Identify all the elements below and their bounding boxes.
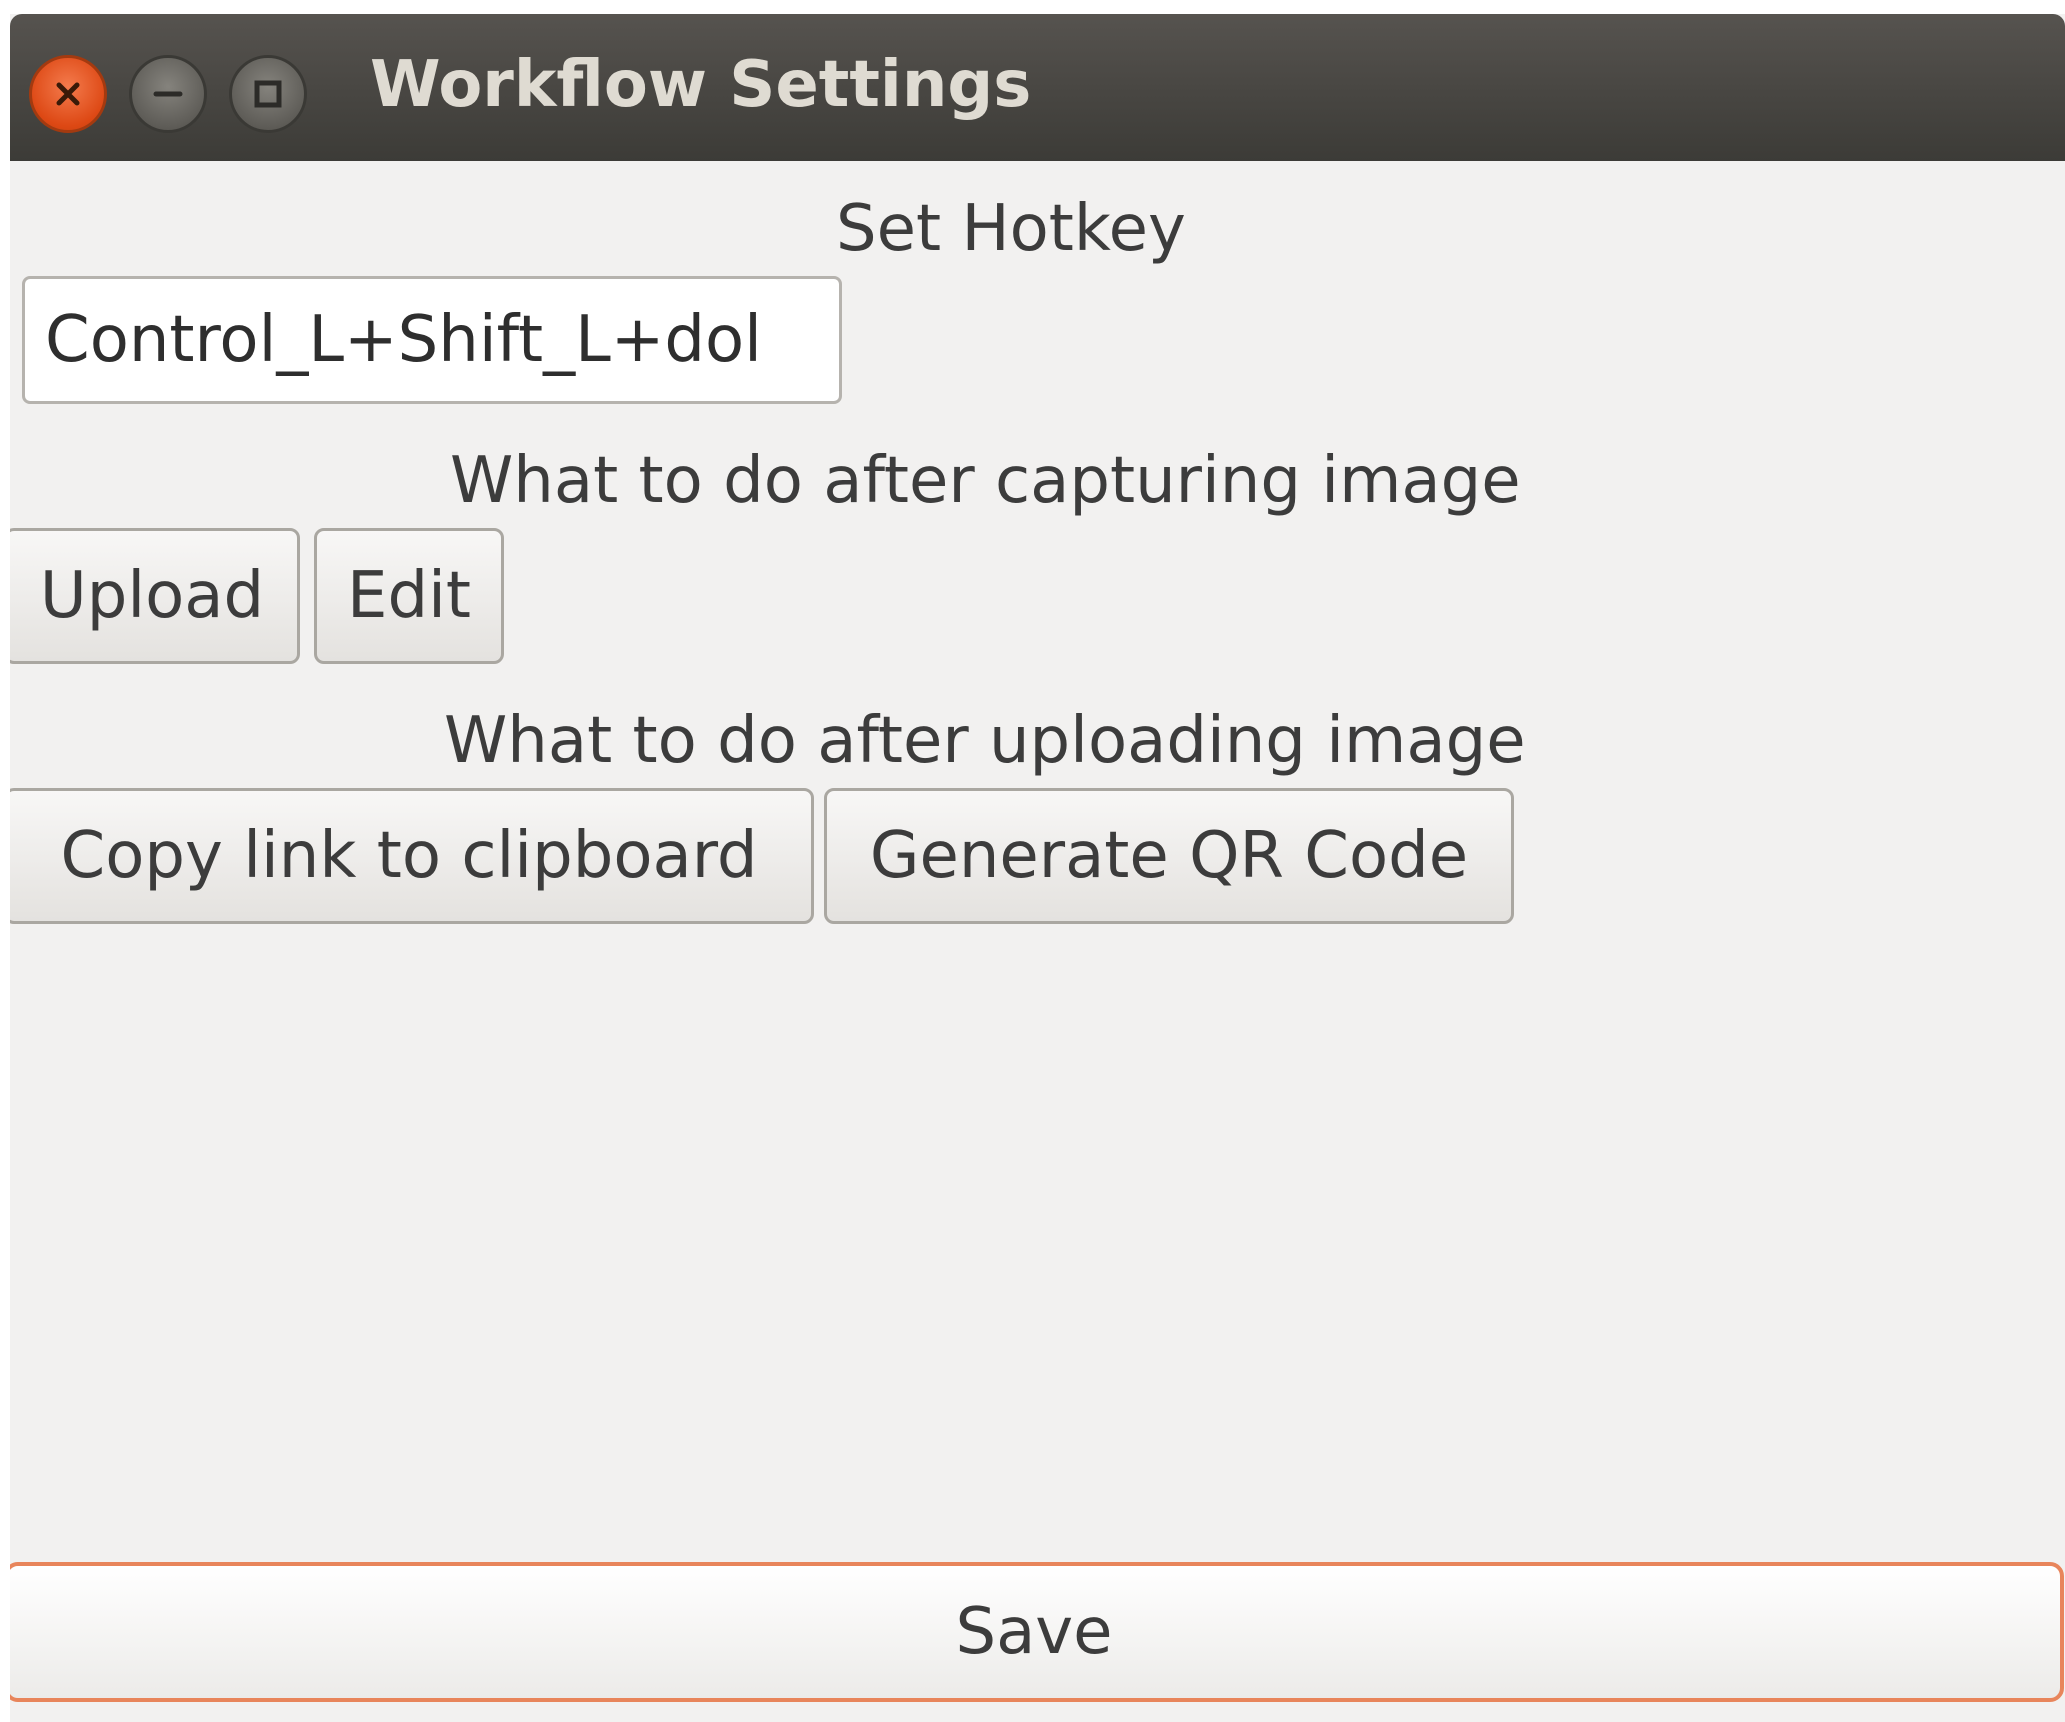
close-window-button[interactable] xyxy=(29,55,107,133)
window-title: Workflow Settings xyxy=(370,48,1032,122)
after-capture-label: What to do after capturing image xyxy=(450,444,1521,518)
after-upload-label: What to do after uploading image xyxy=(444,704,1526,778)
title-bar[interactable]: Workflow Settings xyxy=(10,14,2065,161)
workflow-settings-window: Workflow Settings Set Hotkey What to do … xyxy=(10,14,2065,1722)
generate-qr-code-button[interactable]: Generate QR Code xyxy=(824,788,1514,924)
set-hotkey-label: Set Hotkey xyxy=(836,192,1186,266)
maximize-window-button[interactable] xyxy=(229,55,307,133)
minimize-icon xyxy=(153,91,183,97)
edit-button[interactable]: Edit xyxy=(314,528,504,664)
hotkey-input[interactable] xyxy=(22,276,842,404)
copy-link-button[interactable]: Copy link to clipboard xyxy=(10,788,814,924)
close-icon xyxy=(56,82,80,106)
upload-button[interactable]: Upload xyxy=(10,528,300,664)
maximize-icon xyxy=(254,80,282,108)
save-button[interactable]: Save xyxy=(10,1562,2064,1702)
minimize-window-button[interactable] xyxy=(129,55,207,133)
